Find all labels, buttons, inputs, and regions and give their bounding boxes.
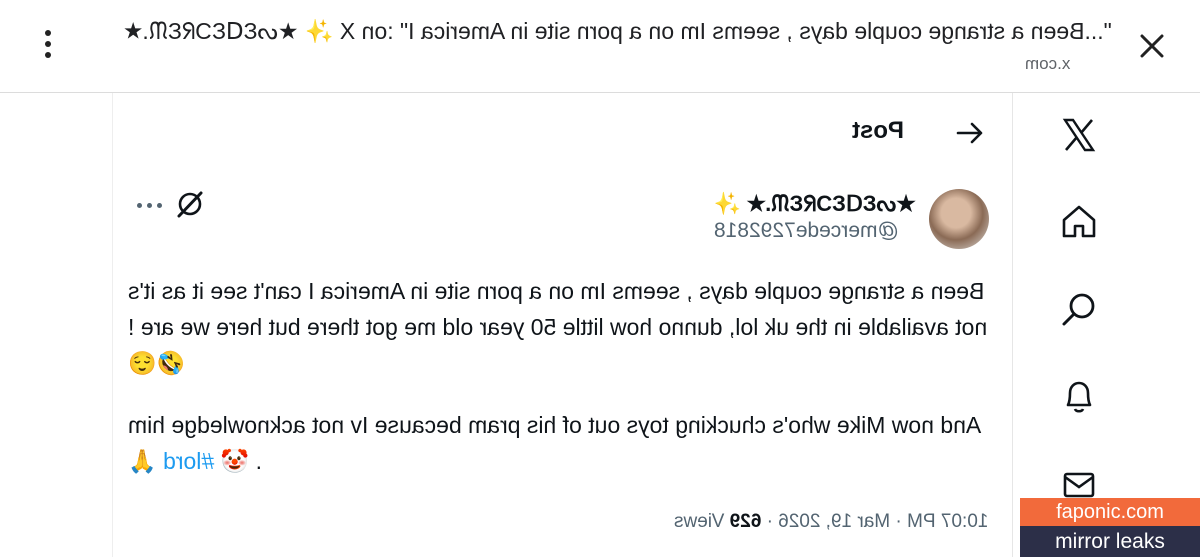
sidebar-nav [1012, 93, 1200, 557]
post-paragraph-2: And now Mike who's chucking toys out of … [128, 407, 988, 479]
page-domain: x.com [1024, 54, 1070, 73]
watermark: faponic.com mirror leaks [1020, 498, 1200, 557]
views-count: 629 [729, 511, 761, 532]
avatar[interactable] [929, 189, 989, 249]
grok-icon[interactable] [175, 189, 205, 219]
post-body: Been a strange couple days , seems Im on… [128, 273, 988, 505]
post-paragraph-2-text: And now Mike who's chucking toys out of … [128, 412, 982, 474]
post-panel: Post ★ᔕƐᗡƐƆᖇƐᙏ.★ ✨ @mercede7292818 Been … [112, 93, 1012, 557]
search-icon[interactable] [1059, 289, 1099, 329]
home-icon[interactable] [1059, 201, 1099, 241]
page-title-text: "...Been a strange couple days , seems I… [124, 18, 1112, 44]
watermark-line1: faponic.com [1020, 498, 1200, 526]
back-arrow-icon[interactable] [956, 121, 984, 145]
kebab-menu-icon[interactable] [36, 26, 60, 62]
close-icon[interactable] [1132, 26, 1172, 66]
post-time[interactable]: 10:07 PM · Mar 19, 2026 · [766, 511, 988, 532]
page-title: "...Been a strange couple days , seems I… [104, 18, 1112, 45]
browser-topbar: "...Been a strange couple days , seems I… [0, 0, 1200, 93]
post-meta: 10:07 PM · Mar 19, 2026 · 629 Views [674, 511, 988, 533]
post-paragraph: Been a strange couple days , seems Im on… [128, 278, 988, 376]
author-handle[interactable]: @mercede7292818 [714, 219, 916, 243]
watermark-line2: mirror leaks [1020, 526, 1200, 557]
post-author[interactable]: ★ᔕƐᗡƐƆᖇƐᙏ.★ ✨ @mercede7292818 [714, 191, 916, 243]
views-label: Views [673, 511, 724, 532]
more-icon[interactable] [137, 203, 163, 209]
hashtag-link[interactable]: #lord [163, 448, 214, 474]
x-logo-icon[interactable] [1059, 115, 1099, 155]
author-name[interactable]: ★ᔕƐᗡƐƆᖇƐᙏ.★ ✨ [714, 191, 916, 217]
trailing-emoji: 🙏 [128, 448, 157, 474]
bell-icon[interactable] [1059, 377, 1099, 417]
header-title: Post [851, 117, 904, 144]
